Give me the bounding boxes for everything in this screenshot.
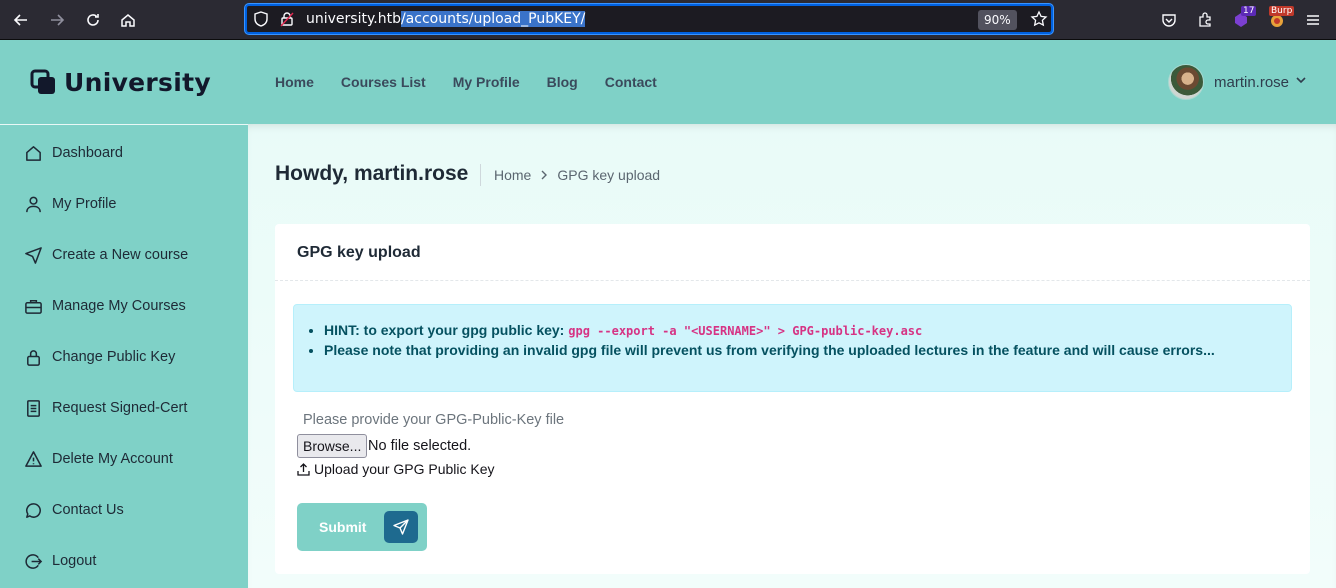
url-path: /accounts/upload_PubKEY/ (400, 11, 586, 27)
sidebar-item-request-signed-cert[interactable]: Request Signed-Cert (24, 396, 187, 420)
user-icon (26, 196, 41, 212)
page-title: Howdy, martin.rose (275, 162, 469, 185)
send-icon (384, 511, 418, 543)
sidebar: Dashboard My Profile Create a New course… (0, 124, 248, 588)
sidebar-item-label: Request Signed-Cert (52, 400, 188, 416)
logo-icon (30, 69, 55, 94)
back-icon[interactable] (9, 8, 33, 32)
sidebar-item-label: Dashboard (52, 145, 123, 161)
url-text: university.htb/accounts/upload_PubKEY/ (306, 11, 586, 27)
hint-label: HINT: to export your gpg public key: (324, 322, 565, 338)
browse-button[interactable]: Browse... (297, 434, 368, 458)
breadcrumb-current: GPG key upload (557, 167, 661, 183)
hint-command: gpg --export -a "<USERNAME>" > GPG-publi… (568, 324, 923, 338)
extension-purple-icon[interactable]: 17 (1229, 6, 1257, 32)
sidebar-item-label: Contact Us (52, 502, 124, 518)
home-button-icon[interactable] (116, 8, 140, 32)
logout-icon (25, 553, 43, 569)
url-host: university.htb (306, 11, 401, 27)
submit-button[interactable]: Submit (297, 503, 427, 551)
upload-icon (297, 462, 310, 476)
nav-home[interactable]: Home (275, 74, 314, 90)
burp-badge: Burp (1269, 6, 1295, 16)
hint-item: HINT: to export your gpg public key: gpg… (324, 322, 1215, 338)
hamburger-menu-icon[interactable] (1301, 8, 1325, 32)
card-title: GPG key upload (297, 244, 421, 261)
site-logo[interactable]: University (30, 68, 211, 97)
top-nav: Home Courses List My Profile Blog Contac… (275, 74, 684, 90)
sidebar-item-manage-courses[interactable]: Manage My Courses (24, 294, 186, 318)
nav-contact[interactable]: Contact (605, 74, 657, 90)
chevron-down-icon[interactable] (1295, 73, 1307, 91)
upload-hint: Upload your GPG Public Key (297, 461, 495, 477)
avatar[interactable] (1168, 64, 1204, 100)
lock-icon (27, 349, 40, 366)
user-menu[interactable]: martin.rose (1168, 64, 1307, 100)
bookmark-star-icon[interactable] (1030, 10, 1048, 33)
file-field-label: Please provide your GPG-Public-Key file (303, 412, 565, 428)
forward-icon[interactable] (45, 8, 69, 32)
zoom-indicator[interactable]: 90% (978, 10, 1017, 30)
warning-icon (25, 450, 42, 467)
nav-blog[interactable]: Blog (547, 74, 578, 90)
sidebar-item-label: Delete My Account (52, 451, 173, 467)
chat-icon (26, 502, 41, 518)
sidebar-item-label: Manage My Courses (52, 298, 186, 314)
chevron-right-icon (539, 167, 549, 183)
logo-text: University (64, 68, 211, 97)
shield-icon[interactable] (253, 11, 269, 32)
sidebar-item-change-public-key[interactable]: Change Public Key (24, 345, 175, 369)
no-file-text: No file selected. (368, 438, 472, 454)
nav-courses-list[interactable]: Courses List (341, 74, 426, 90)
sidebar-item-create-course[interactable]: Create a New course (24, 243, 188, 267)
sidebar-item-label: Logout (52, 553, 97, 569)
sidebar-item-logout[interactable]: Logout (24, 549, 96, 573)
note-item: Please note that providing an invalid gp… (324, 342, 1215, 358)
upload-hint-text: Upload your GPG Public Key (314, 461, 495, 477)
info-alert: HINT: to export your gpg public key: gpg… (293, 304, 1292, 392)
sidebar-item-delete-account[interactable]: Delete My Account (24, 447, 173, 471)
username[interactable]: martin.rose (1214, 74, 1289, 91)
address-bar[interactable]: university.htb/accounts/upload_PubKEY/ 9… (245, 4, 1053, 34)
reload-icon[interactable] (81, 8, 105, 32)
home-icon (26, 145, 41, 161)
breadcrumb-home[interactable]: Home (494, 167, 531, 183)
breadcrumb: Home GPG key upload (480, 164, 660, 186)
sidebar-item-label: My Profile (52, 196, 117, 212)
gpg-upload-card: GPG key upload HINT: to export your gpg … (275, 224, 1310, 574)
pocket-icon[interactable] (1157, 8, 1181, 32)
send-icon (25, 246, 42, 264)
burp-extension-icon[interactable]: Burp (1265, 6, 1295, 32)
site-header: University Home Courses List My Profile … (0, 40, 1336, 124)
sidebar-item-label: Create a New course (52, 247, 189, 263)
insecure-lock-icon[interactable] (279, 11, 295, 32)
browser-toolbar: university.htb/accounts/upload_PubKEY/ 9… (0, 0, 1336, 40)
sidebar-item-dashboard[interactable]: Dashboard (24, 141, 123, 165)
main-content: Howdy, martin.rose Home GPG key upload G… (248, 124, 1336, 588)
extension-badge-count: 17 (1241, 6, 1257, 16)
submit-label: Submit (319, 519, 367, 535)
document-icon (27, 399, 40, 417)
briefcase-icon (25, 299, 42, 314)
nav-my-profile[interactable]: My Profile (453, 74, 520, 90)
extensions-icon[interactable] (1193, 8, 1217, 32)
card-divider (275, 280, 1310, 281)
sidebar-item-my-profile[interactable]: My Profile (24, 192, 116, 216)
sidebar-item-label: Change Public Key (52, 349, 176, 365)
sidebar-item-contact-us[interactable]: Contact Us (24, 498, 124, 522)
